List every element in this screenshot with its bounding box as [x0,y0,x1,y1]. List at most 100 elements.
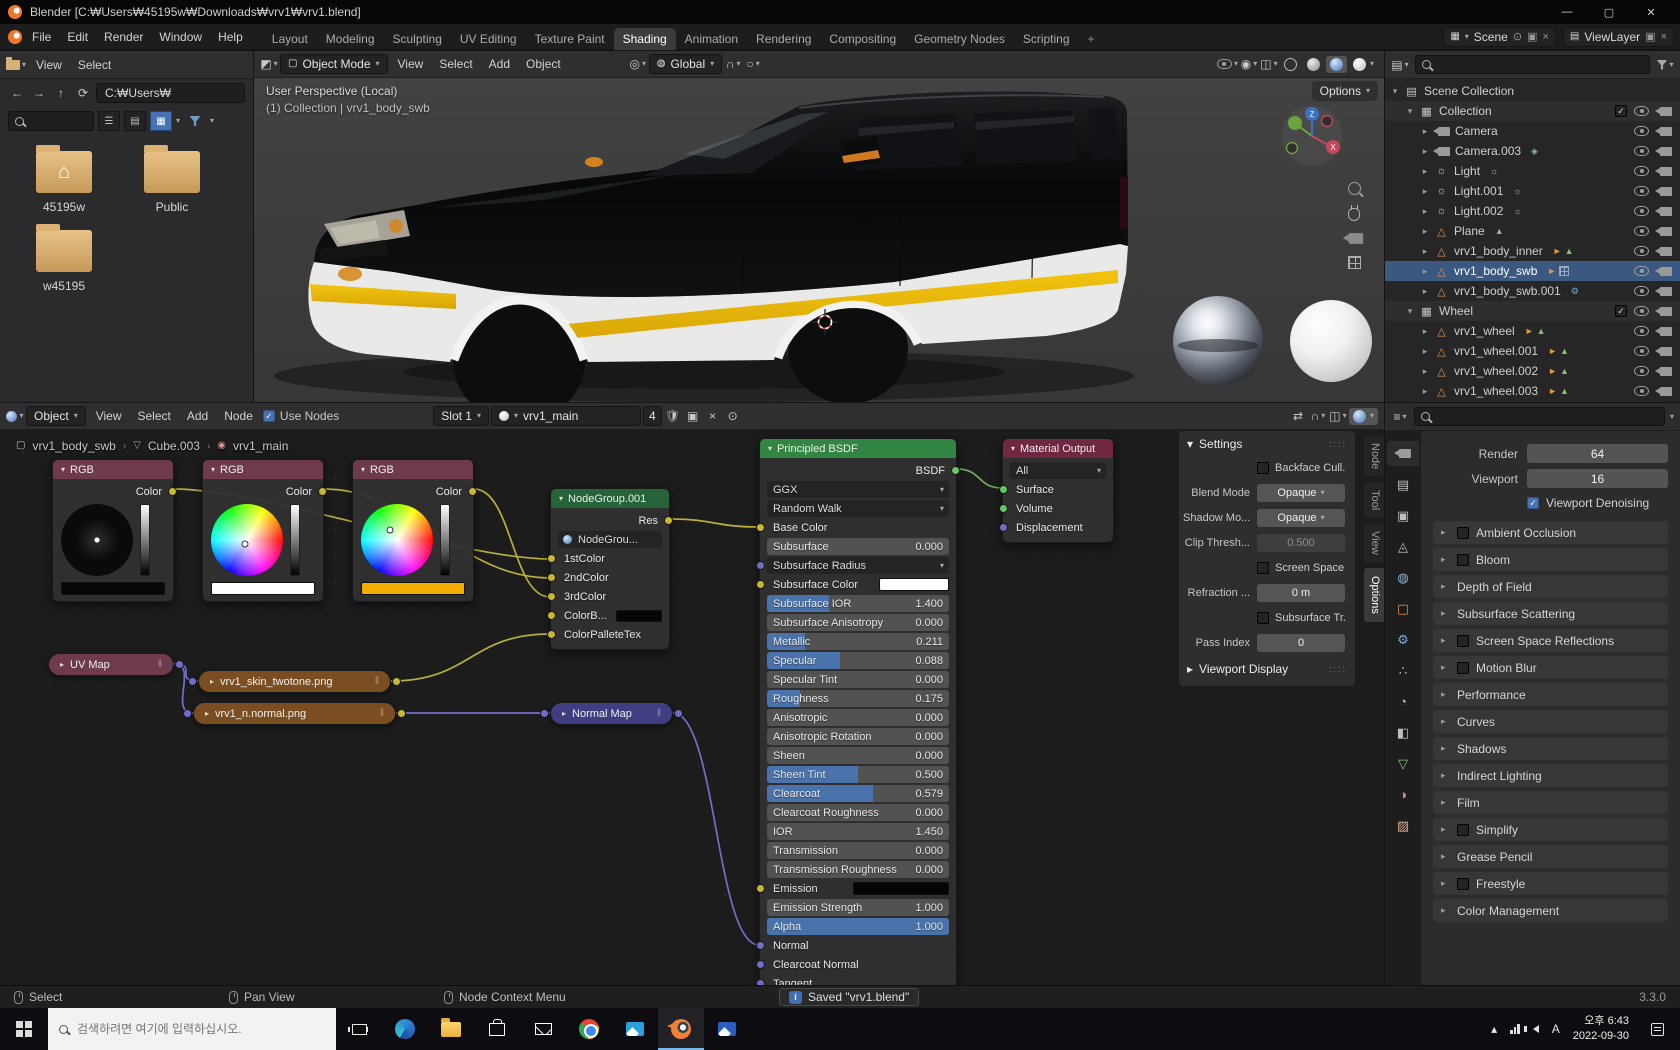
hide-viewport-icon[interactable] [1634,106,1649,116]
shader-menu[interactable]: View [88,407,130,425]
network-icon[interactable] [1510,1024,1520,1034]
fake-user-button[interactable]: 🛡 [664,406,682,426]
properties-tab-world[interactable]: ◍ [1387,565,1419,590]
viewport-canvas[interactable]: User Perspective (Local) (1) Collection … [254,78,1384,402]
folder-item[interactable]: w45195 [14,230,114,293]
input-socket[interactable] [547,592,556,601]
denoising-checkbox[interactable] [1527,497,1539,509]
node-header[interactable]: ▾Material Output [1003,439,1113,458]
file-explorer-button[interactable] [428,1008,474,1050]
mail-button[interactable] [520,1008,566,1050]
properties-tab-constraints[interactable]: ◧ [1387,720,1419,745]
bsdf-clearcoat-normal[interactable]: Clearcoat Normal [767,956,949,973]
zoom-icon[interactable] [1348,182,1361,195]
output-socket[interactable] [175,660,184,669]
expand-icon[interactable]: ▸ [1419,386,1431,397]
path-field[interactable]: C:₩Users₩ [96,83,245,103]
output-socket[interactable] [664,516,673,525]
hide-viewport-icon[interactable] [1634,286,1649,296]
color-swatch[interactable] [879,578,949,591]
navigation-gizmo[interactable]: X Z [1280,104,1344,171]
outliner-row[interactable]: ▸△Plane▲ [1385,221,1680,241]
outliner-item-label[interactable]: vrv1_wheel.001 [1454,344,1538,358]
matcap-preview-sphere[interactable] [1290,300,1372,382]
expand-icon[interactable]: ▸ [1419,326,1431,337]
shading-rendered-button[interactable]: ▾ [1349,56,1378,73]
input-socket[interactable] [999,504,1008,513]
editor-type-button[interactable]: ◩▾ [260,54,278,74]
outliner-item-label[interactable]: Camera.003 [1455,144,1521,158]
hide-viewport-icon[interactable] [1634,226,1649,236]
node-tree-path-button[interactable]: ⇄ [1289,406,1307,426]
node-normal-map[interactable]: ▸Normal Map‖ [550,702,673,725]
workspace-tab-uv-editing[interactable]: UV Editing [451,28,526,50]
editor-type-button[interactable]: ≡▾ [1391,407,1409,427]
viewport-menu[interactable]: Add [481,55,518,73]
expand-icon[interactable]: ▸ [210,677,214,686]
forward-button[interactable]: → [30,83,48,103]
remove-viewlayer-icon[interactable]: × [1661,31,1667,43]
hide-render-icon[interactable] [1660,227,1672,236]
node-image-texture-skin[interactable]: ▸vrv1_skin_twotone.png‖ [198,670,391,693]
outliner-row[interactable]: ▸Camera [1385,121,1680,141]
hide-render-icon[interactable] [1660,187,1672,196]
hide-render-icon[interactable] [1660,367,1672,376]
color-swatch[interactable] [361,582,465,595]
setting-value[interactable]: Opaque▾ [1257,484,1345,502]
bsdf-alpha[interactable]: Alpha1.000 [767,918,949,935]
node-principled-bsdf[interactable]: ▾Principled BSDFBSDFGGX▾Random Walk▾Base… [759,438,957,985]
bsdf-subsurface-anisotropy[interactable]: Subsurface Anisotropy0.000 [767,614,949,631]
bsdf-emission[interactable]: Emission [767,880,949,897]
color-cursor[interactable] [94,537,101,544]
bsdf-specular[interactable]: Specular0.088 [767,652,949,669]
input-socket[interactable] [756,561,765,570]
new-scene-icon[interactable]: ▣ [1527,30,1537,43]
app-menu-button[interactable] [6,27,24,47]
bsdf-subsurface[interactable]: Subsurface0.000 [767,538,949,555]
photos-button[interactable] [612,1008,658,1050]
group-input-3rdcolor[interactable]: 3rdColor [558,588,662,605]
input-socket[interactable] [188,677,197,686]
node-rgb-1[interactable]: ▾RGBColor [52,459,174,602]
outliner-row[interactable]: ▸△vrv1_wheel.001►▲ [1385,341,1680,361]
search-input[interactable] [77,1022,325,1036]
folder-item[interactable]: Public [122,151,222,214]
hide-viewport-icon[interactable] [1634,346,1649,356]
bsdf-specular-tint[interactable]: Specular Tint0.000 [767,671,949,688]
properties-tab-texture[interactable]: ▨ [1387,813,1419,838]
expand-icon[interactable]: ▸ [1419,266,1431,277]
input-socket[interactable] [756,960,765,969]
viewport-display-section[interactable]: ▸Viewport Display:::: [1179,656,1355,681]
expand-icon[interactable]: ▸ [1419,246,1431,257]
use-nodes-checkbox[interactable] [263,410,275,422]
hide-render-icon[interactable] [1660,247,1672,256]
expand-icon[interactable]: ▸ [1419,226,1431,237]
outliner-item-label[interactable]: vrv1_wheel [1454,324,1515,338]
section-checkbox[interactable] [1457,824,1469,836]
new-viewlayer-icon[interactable]: ▣ [1645,30,1655,43]
hide-viewport-icon[interactable] [1634,186,1649,196]
hide-viewport-icon[interactable] [1634,146,1649,156]
store-button[interactable] [474,1008,520,1050]
color-wheel[interactable] [361,504,433,576]
start-button[interactable] [0,1008,48,1050]
collapse-icon[interactable]: ▾ [1404,306,1416,317]
gallery-button[interactable] [704,1008,750,1050]
node-header[interactable]: ▾RGB [353,460,473,479]
action-center-button[interactable] [1642,1023,1672,1036]
section-ambient-occlusion[interactable]: ▸Ambient Occlusion [1433,521,1668,544]
viewlayer-selector[interactable]: ▤ ViewLayer ▣ × [1563,27,1674,47]
section-depth-of-field[interactable]: ▸Depth of Field [1433,575,1668,598]
outliner-row[interactable]: ▸△vrv1_body_swb.001⚙ [1385,281,1680,301]
value-slider[interactable] [140,504,150,576]
bsdf-clearcoat[interactable]: Clearcoat0.579 [767,785,949,802]
expand-icon[interactable]: ▸ [60,660,64,669]
input-socket[interactable] [547,573,556,582]
breadcrumb-item[interactable]: Cube.003 [148,439,200,453]
outliner-item-label[interactable]: Light [1454,164,1480,178]
outliner-row[interactable]: ▸△vrv1_wheel►▲ [1385,321,1680,341]
collapse-icon[interactable]: ▾ [361,465,365,474]
section-color-management[interactable]: ▸Color Management [1433,899,1668,922]
expand-icon[interactable]: ▸ [1419,206,1431,217]
setting-value[interactable]: 0 [1257,634,1345,652]
